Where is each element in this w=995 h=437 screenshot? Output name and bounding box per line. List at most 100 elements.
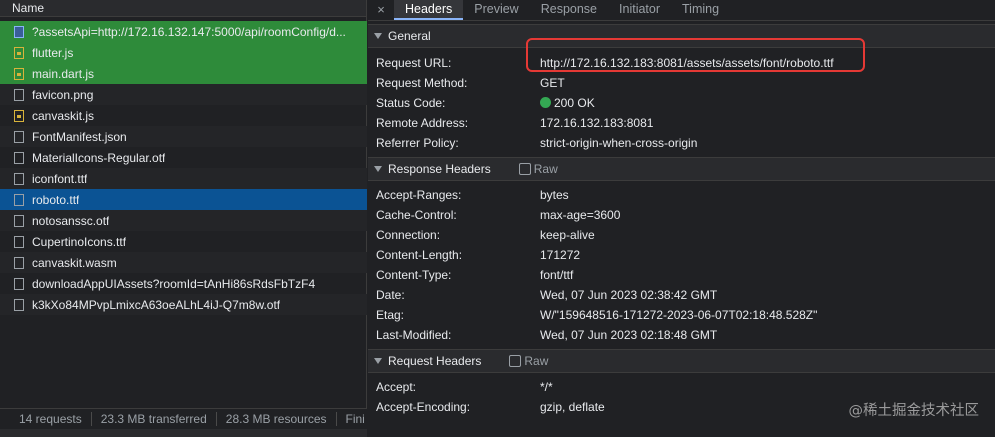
request-name: notosanssc.otf (32, 213, 110, 228)
header-value[interactable]: Wed, 07 Jun 2023 02:38:42 GMT (540, 288, 717, 302)
request-row[interactable]: FontManifest.json (0, 126, 367, 147)
header-value[interactable]: keep-alive (540, 228, 595, 242)
request-name: k3kXo84MPvpLmixcA63oeALhL4iJ-Q7m8w.otf (32, 297, 281, 312)
request-name: downloadAppUIAssets?roomId=tAnHi86sRdsFb… (32, 276, 316, 291)
request-headers-section-header[interactable]: Request Headers Raw (368, 349, 995, 373)
request-name: FontManifest.json (32, 129, 127, 144)
watermark: @稀土掘金技术社区 (848, 403, 980, 419)
header-row: Referrer Policy: strict-origin-when-cross… (368, 133, 995, 153)
request-name: main.dart.js (32, 66, 95, 81)
header-row: Date: Wed, 07 Jun 2023 02:38:42 GMT (368, 285, 995, 305)
header-value[interactable]: GET (540, 76, 565, 90)
close-icon[interactable]: × (368, 0, 394, 20)
header-value[interactable]: font/ttf (540, 268, 573, 282)
raw-checkbox[interactable] (509, 355, 522, 367)
header-row: Remote Address: 172.16.132.183:8081 (368, 113, 995, 133)
script-file-icon (14, 46, 24, 59)
header-value[interactable]: Wed, 07 Jun 2023 02:18:48 GMT (540, 328, 717, 342)
header-value[interactable]: */* (540, 380, 553, 394)
file-icon (14, 88, 24, 101)
file-icon (14, 151, 24, 164)
header-key: Content-Length: (376, 248, 463, 262)
file-icon (14, 256, 24, 269)
request-row[interactable]: canvaskit.wasm (0, 252, 367, 273)
header-key: Date: (376, 288, 405, 302)
header-key: Accept: (376, 380, 417, 394)
request-row[interactable]: canvaskit.js (0, 105, 367, 126)
network-summary-bar: 14 requests 23.3 MB transferred 28.3 MB … (0, 408, 367, 429)
resources-size: 28.3 MB resources (217, 412, 337, 426)
header-key: Cache-Control: (376, 208, 457, 222)
request-name: canvaskit.wasm (32, 255, 117, 270)
header-key: Referrer Policy: (376, 136, 459, 150)
request-row[interactable]: CupertinoIcons.ttf (0, 231, 367, 252)
header-key: Status Code: (376, 96, 446, 110)
request-name: iconfont.ttf (32, 171, 88, 186)
request-name: ?assetsApi=http://172.16.132.147:5000/ap… (32, 24, 346, 39)
header-key: Etag: (376, 308, 405, 322)
request-list-panel: Name ?assetsApi=http://172.16.132.147:50… (0, 0, 367, 437)
request-row[interactable]: MaterialIcons-Regular.otf (0, 147, 367, 168)
raw-checkbox[interactable] (518, 163, 531, 175)
header-row: Last-Modified: Wed, 07 Jun 2023 02:18:48 … (368, 325, 995, 345)
header-row: Etag: W/"159648516-171272-2023-06-07T02:1… (368, 305, 995, 325)
raw-label: Raw (533, 162, 558, 176)
header-value[interactable]: bytes (540, 188, 569, 202)
raw-label: Raw (524, 354, 549, 368)
request-row[interactable]: notosanssc.otf (0, 210, 367, 231)
caret-down-icon (374, 358, 382, 364)
section-title: Request Headers (388, 354, 482, 368)
file-icon (14, 214, 24, 227)
status-text: 200 OK (554, 96, 595, 110)
file-icon (14, 298, 24, 311)
caret-down-icon (374, 166, 382, 172)
header-row: Status Code: 200 OK (368, 93, 995, 113)
response-headers-section-header[interactable]: Response Headers Raw (368, 157, 995, 181)
section-title: General (388, 29, 431, 43)
header-row: Cache-Control: max-age=3600 (368, 205, 995, 225)
request-url-highlight (526, 38, 865, 72)
header-value[interactable]: 172.16.132.183:8081 (540, 116, 653, 130)
finish-time: Fini (345, 412, 365, 426)
request-name: flutter.js (32, 45, 74, 60)
request-row[interactable]: main.dart.js (0, 63, 367, 84)
header-value[interactable]: W/"159648516-171272-2023-06-07T02:18:48.… (540, 308, 817, 322)
request-row[interactable]: downloadAppUIAssets?roomId=tAnHi86sRdsFb… (0, 273, 367, 294)
script-file-icon (14, 67, 24, 80)
header-value[interactable]: gzip, deflate (540, 400, 605, 414)
header-key: Last-Modified: (376, 328, 452, 342)
header-key: Accept-Encoding: (376, 400, 471, 414)
tab-response[interactable]: Response (530, 0, 608, 20)
tab-preview[interactable]: Preview (463, 0, 529, 20)
file-icon (14, 172, 24, 185)
request-row[interactable]: roboto.ttf (0, 189, 367, 210)
request-name: CupertinoIcons.ttf (32, 234, 127, 249)
request-row[interactable]: ?assetsApi=http://172.16.132.147:5000/ap… (0, 21, 367, 42)
request-row[interactable]: favicon.png (0, 84, 367, 105)
response-header-rows: Accept-Ranges: bytes Cache-Control: max-age… (368, 181, 995, 345)
request-list: ?assetsApi=http://172.16.132.147:5000/ap… (0, 21, 367, 315)
file-icon (14, 193, 24, 206)
header-value[interactable]: 171272 (540, 248, 580, 262)
header-row: Accept-Ranges: bytes (368, 185, 995, 205)
raw-toggle[interactable]: Raw (518, 162, 558, 176)
header-value[interactable]: max-age=3600 (540, 208, 620, 222)
tab-headers[interactable]: Headers (394, 0, 464, 20)
request-row[interactable]: k3kXo84MPvpLmixcA63oeALhL4iJ-Q7m8w.otf (0, 294, 367, 315)
tab-timing[interactable]: Timing (671, 0, 730, 20)
status-ok-icon (540, 97, 551, 108)
request-row[interactable]: iconfont.ttf (0, 168, 367, 189)
header-key: Accept-Ranges: (376, 188, 462, 202)
horizontal-scrollbar[interactable] (0, 429, 367, 437)
raw-toggle[interactable]: Raw (509, 354, 548, 368)
header-key: Content-Type: (376, 268, 452, 282)
header-row: Content-Length: 171272 (368, 245, 995, 265)
header-value[interactable]: 200 OK (540, 96, 595, 110)
name-column-header[interactable]: Name (0, 0, 366, 17)
file-icon (14, 235, 24, 248)
request-row[interactable]: flutter.js (0, 42, 367, 63)
file-icon (14, 277, 24, 290)
tab-initiator[interactable]: Initiator (608, 0, 671, 20)
request-count: 14 requests (0, 412, 92, 426)
header-value[interactable]: strict-origin-when-cross-origin (540, 136, 697, 150)
